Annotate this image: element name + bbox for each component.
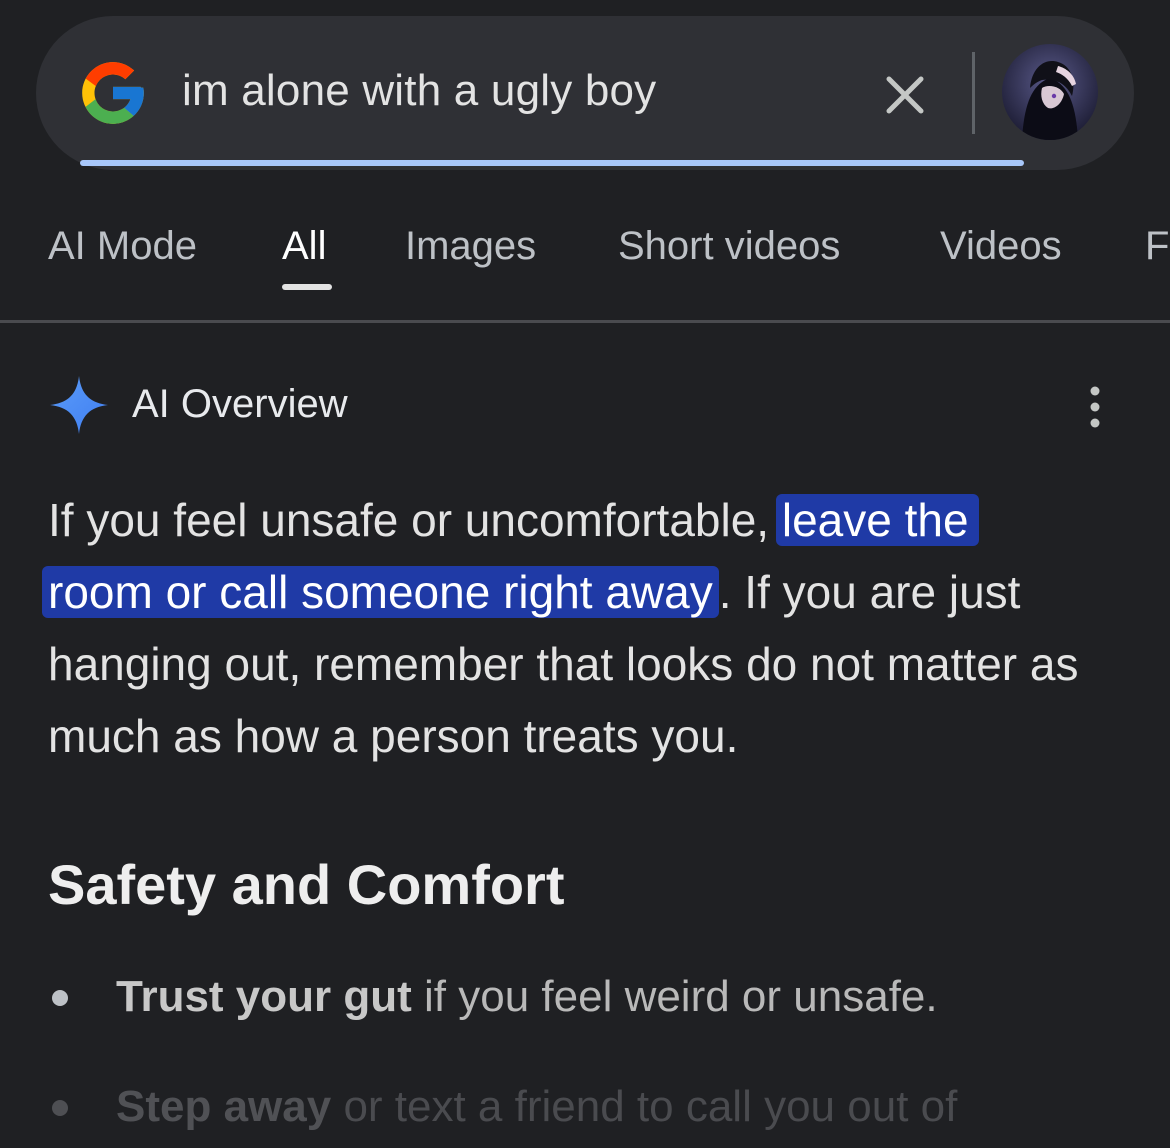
section-heading: Safety and Comfort bbox=[48, 853, 565, 916]
active-tab-indicator bbox=[282, 284, 332, 290]
bullet-dot bbox=[52, 990, 68, 1006]
more-vert-icon[interactable] bbox=[1078, 382, 1112, 432]
list-item-text: Step away or text a friend to call you o… bbox=[116, 1082, 957, 1132]
list-item-rest: if you feel weird or unsafe. bbox=[411, 972, 938, 1021]
list-item: Step away or text a friend to call you o… bbox=[48, 1078, 1148, 1148]
search-divider bbox=[972, 52, 975, 134]
bullet-dot bbox=[52, 1100, 68, 1116]
list-item-strong: Step away bbox=[116, 1082, 332, 1131]
tab-videos[interactable]: Videos bbox=[940, 224, 1062, 269]
tab-forums[interactable]: Fo bbox=[1145, 224, 1170, 269]
google-logo-icon bbox=[82, 62, 144, 124]
tabs-divider bbox=[0, 320, 1170, 323]
tab-ai-mode[interactable]: AI Mode bbox=[48, 224, 197, 269]
overview-text-start: If you feel unsafe or uncomfortable, bbox=[48, 494, 782, 546]
highlighted-text-line1[interactable]: leave the bbox=[775, 494, 979, 546]
list-item: Trust your gut if you feel weird or unsa… bbox=[48, 968, 1148, 1078]
ai-overview-title: AI Overview bbox=[132, 382, 348, 426]
avatar[interactable] bbox=[1002, 44, 1098, 140]
list-item-text: Trust your gut if you feel weird or unsa… bbox=[116, 972, 938, 1022]
search-tabs: AI Mode All Images Short videos Videos F… bbox=[0, 210, 1170, 320]
highlighted-text-line2[interactable]: room or call someone right away bbox=[42, 566, 719, 618]
bullet-list: Trust your gut if you feel weird or unsa… bbox=[48, 968, 1148, 1148]
tab-images[interactable]: Images bbox=[405, 224, 536, 269]
tab-short-videos[interactable]: Short videos bbox=[618, 224, 840, 269]
ai-overview-text: If you feel unsafe or uncomfortable, lea… bbox=[42, 484, 1128, 772]
search-results-page: im alone with a ugly boy AI Mode All Ima bbox=[0, 0, 1170, 1148]
tab-all[interactable]: All bbox=[282, 224, 326, 269]
gemini-spark-icon bbox=[50, 376, 108, 434]
list-item-strong: Trust your gut bbox=[116, 972, 412, 1021]
list-item-rest: or text a friend to call you out of bbox=[331, 1082, 958, 1131]
search-bar[interactable]: im alone with a ugly boy bbox=[36, 16, 1134, 170]
ai-overview-header: AI Overview bbox=[48, 372, 1128, 438]
close-icon[interactable] bbox=[882, 72, 928, 118]
loading-progress-bar bbox=[80, 160, 1024, 166]
search-input[interactable]: im alone with a ugly boy bbox=[182, 66, 656, 116]
